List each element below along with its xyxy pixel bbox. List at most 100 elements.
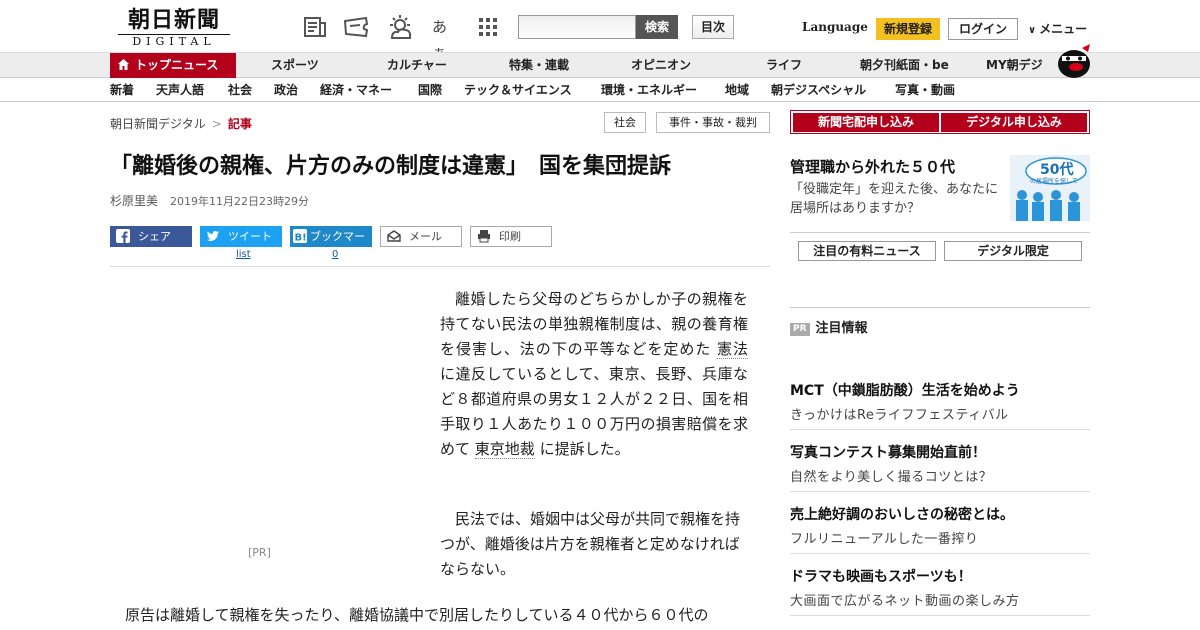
logo-en: DIGITAL [118,34,230,48]
toc-button[interactable]: 目次 [692,15,734,39]
hatena-icon: B! [293,229,307,244]
divider [110,266,770,267]
twitter-share-button[interactable]: ツイート [200,226,282,247]
publish-date: 2019年11月22日23時29分 [170,195,309,208]
breadcrumb: 朝日新聞デジタル > 記事 [110,115,252,132]
author: 杉原里美 [110,194,159,208]
pr-item-title: ドラマも映画もスポーツも！ [790,569,972,585]
print-label: 印刷 [499,230,521,243]
breadcrumb-current: 記事 [227,117,252,131]
nav2-tensei[interactable]: 天声人語 [156,78,204,102]
nav2-international[interactable]: 国際 [418,78,442,102]
nav-top-news[interactable]: トップニュース [110,53,236,78]
pr-item-sub: フルリニューアルした一番搾り [790,532,979,547]
nav-sports[interactable]: スポーツ [271,53,319,78]
pr-item-sub: 自然をより美しく撮るコツとは？ [790,470,993,485]
nav2-society[interactable]: 社会 [228,78,252,102]
svg-text:B!: B! [295,233,307,244]
nav2-tech[interactable]: テック＆サイエンス [464,78,572,102]
hatena-bookmark-button[interactable]: B! ブックマーク [290,226,372,264]
nav2-photo[interactable]: 写真・動画 [895,78,955,102]
print-button[interactable]: 印刷 [470,226,552,247]
subscribe-digital-button[interactable]: デジタル申し込み [941,113,1087,132]
keyword-link-tokyo-court[interactable]: 東京地裁 [474,440,535,459]
nav2-special[interactable]: 朝デジスペシャル [771,78,866,102]
paragraph-text: に提訴した。 [539,440,630,458]
nav2-environment[interactable]: 環境・エネルギー [601,78,697,102]
font-size-icon[interactable]: あぁ [432,14,458,62]
nav2-economy[interactable]: 経済・マネー [320,78,392,102]
tab-paid-news[interactable]: 注目の有料ニュース [798,241,936,261]
pr-heading-label: 注目情報 [815,321,868,336]
nav-features[interactable]: 特集・連載 [509,53,569,78]
hatena-count[interactable]: 0 [332,249,338,260]
site-logo[interactable]: 朝日新聞 DIGITAL [118,8,230,48]
pr-item-sub: きっかけはReライフフェスティバル [790,408,1009,423]
facebook-icon [116,229,130,243]
nav-life[interactable]: ライフ [766,53,802,78]
nav-opinion[interactable]: オピニオン [631,53,691,78]
pr-item[interactable]: 写真コンテスト募集開始直前！ 自然をより美しく撮るコツとは？ [790,442,1090,492]
pr-item-sub: 大画面で広がるネット動画の楽しみ方 [790,594,1020,609]
facebook-share-button[interactable]: シェア [110,226,192,247]
promo-title[interactable]: 管理職から外れた５０代 [790,156,955,177]
logo-jp: 朝日新聞 [127,7,220,33]
menu-label: メニュー [1039,22,1088,36]
register-button[interactable]: 新規登録 [876,18,940,40]
divider [790,307,1090,308]
tag-incidents[interactable]: 事件・事故・裁判 [656,112,770,133]
nav-newspaper[interactable]: 朝夕刊紙面・be [860,53,949,78]
pr-badge: PR [790,323,810,336]
mail-button[interactable]: メール [380,226,462,247]
chevron-down-icon: ∨ [1028,25,1037,36]
secondary-nav: 新着 天声人語 社会 政治 経済・マネー 国際 テック＆サイエンス 環境・エネル… [0,78,1200,102]
nav2-latest[interactable]: 新着 [110,78,134,102]
pr-item-title: MCT（中鎖脂肪酸）生活を始めよう [790,383,1020,399]
pr-item[interactable]: MCT（中鎖脂肪酸）生活を始めよう きっかけはReライフフェスティバル [790,380,1090,430]
subscribe-paper-button[interactable]: 新聞宅配申し込み [793,113,939,132]
pr-heading: PR 注目情報 [790,317,868,336]
nav-my-asadigi[interactable]: MY朝デジ [986,53,1043,78]
subscribe-box: 新聞宅配申し込み デジタル申し込み [790,110,1090,134]
search-input[interactable] [518,15,636,39]
article-title: 「離婚後の親権、片方のみの制度は違憲」 国を集団提訴 [110,154,672,179]
primary-nav: トップニュース スポーツ カルチャー 特集・連載 オピニオン ライフ 朝夕刊紙面… [0,52,1200,78]
printer-icon [477,229,491,243]
breadcrumb-home[interactable]: 朝日新聞デジタル [110,117,206,131]
nav2-local[interactable]: 地域 [725,78,749,102]
promo-text: 「役職定年」を迎えた後、あなたに居場所はありますか？ [790,182,999,216]
promo-image[interactable]: 50代 の居場所を探して [1010,155,1090,221]
ad-pr-label: [PR] [248,546,271,559]
paragraph-text: 離婚したら父母のどちらかしか子の親権を持てない民法の単独親権制度は、親の養育権を… [440,290,748,358]
apps-grid-icon[interactable] [478,14,504,40]
byline: 杉原里美 2019年11月22日23時29分 [110,192,309,209]
login-button[interactable]: ログイン [948,18,1018,40]
twitter-count[interactable]: list [236,249,251,260]
tab-digital-only[interactable]: デジタル限定 [944,241,1082,261]
pr-item-title: 写真コンテスト募集開始直前！ [790,445,986,461]
twitter-label: ツイート [228,230,272,243]
pr-item[interactable]: 売上絶好調のおいしさの秘密とは。 フルリニューアルした一番搾り [790,504,1090,554]
keyword-link-kenpo[interactable]: 憲法 [717,340,748,359]
nav-culture[interactable]: カルチャー [387,53,447,78]
advertisement[interactable] [110,290,410,560]
menu-button[interactable]: ∨ メニュー [1028,20,1087,37]
site-header: 朝日新聞 DIGITAL あぁ 検索 目次 Language 新規登録 ログイン… [0,0,1200,62]
mail-label: メール [409,230,442,243]
tag-society[interactable]: 社会 [604,112,646,133]
article-paragraph-3: 原告は離婚して親権を失ったり、離婚協議中で別居したりしている４０代から６０代の [125,606,709,624]
pr-item[interactable]: ドラマも映画もスポーツも！ 大画面で広がるネット動画の楽しみ方 [790,566,1090,616]
divider [790,232,1090,233]
weather-icon[interactable] [386,14,412,40]
language-link[interactable]: Language [802,20,868,34]
home-icon [118,54,129,79]
search-button[interactable]: 検索 [636,15,678,39]
article-paragraph-2: 民法では、婚姻中は父母が共同で親権を持つが、離婚後は片方を親権者と定めなければな… [440,510,741,578]
pr-item-title: 売上絶好調のおいしさの秘密とは。 [790,507,1014,523]
facebook-label: シェア [138,230,171,243]
nav2-politics[interactable]: 政治 [274,78,298,102]
mail-icon [387,229,401,243]
nav-label: トップニュース [135,58,219,72]
newspaper-icon[interactable] [302,14,328,40]
ticket-icon[interactable] [342,14,369,40]
